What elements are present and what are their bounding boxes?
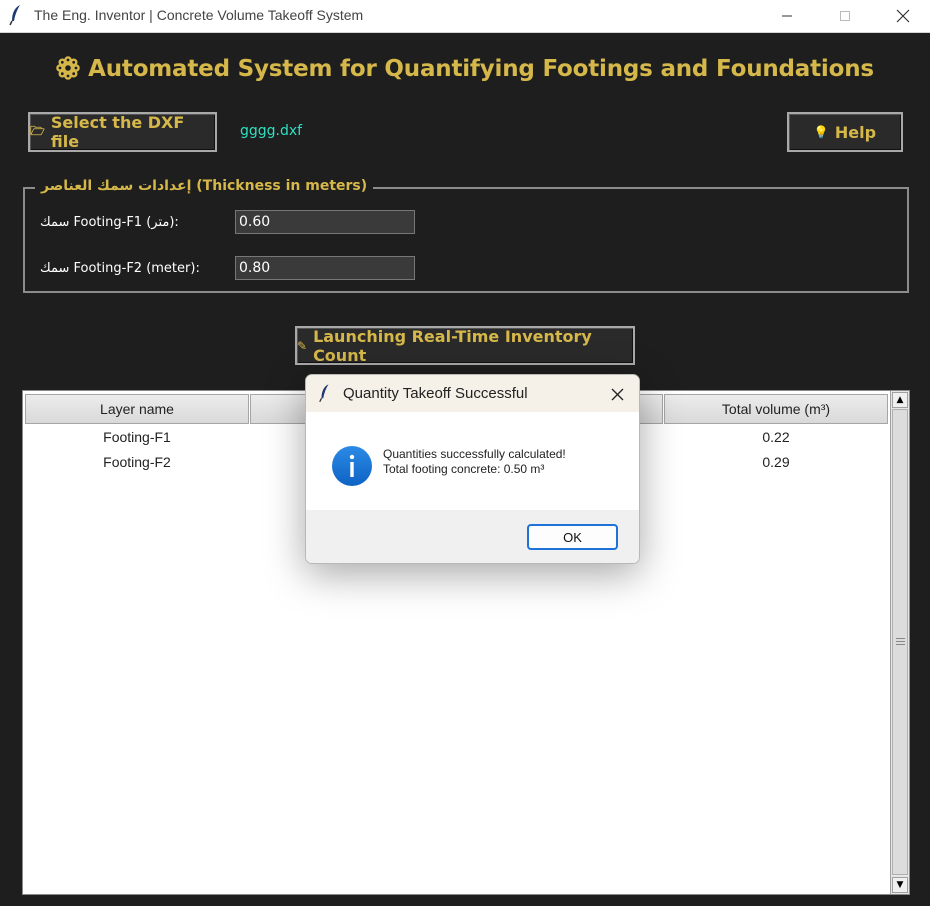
page-title-text: Automated System for Quantifying Footing… (88, 56, 874, 82)
table-cell-volume[interactable]: 0.29 (664, 454, 888, 470)
scrollbar-grip (896, 638, 905, 646)
dialog-message: Quantities successfully calculated! Tota… (383, 447, 566, 477)
close-icon (896, 9, 910, 23)
ok-button[interactable]: OK (527, 524, 618, 550)
table-cell-volume[interactable]: 0.22 (664, 429, 888, 445)
lightbulb-icon: 💡 (813, 125, 829, 139)
table-scrollbar[interactable]: ▲ ▼ (890, 391, 909, 894)
maximize-icon (840, 11, 850, 21)
info-icon (332, 446, 372, 486)
minimize-icon (782, 15, 792, 17)
dialog-close-button[interactable] (604, 381, 630, 407)
select-dxf-label: Select the DXF file (50, 113, 185, 151)
window-titlebar: The Eng. Inventor | Concrete Volume Take… (0, 0, 930, 33)
folder-icon: 🗁 (30, 123, 45, 138)
close-icon (611, 388, 623, 400)
selected-file-name: gggg.dxf (240, 123, 303, 139)
footing-f2-thickness-label: سمك Footing-F2 (meter): (40, 261, 200, 276)
dialog-message-line2: Total footing concrete: 0.50 m³ (383, 462, 545, 476)
feather-icon (9, 5, 20, 26)
thickness-settings-legend: إعدادات سمك العناصر (Thickness in meters… (35, 178, 374, 194)
scrollbar-thumb[interactable] (892, 409, 908, 875)
feather-icon (319, 384, 329, 403)
close-button[interactable] (880, 0, 926, 32)
pencil-icon: ✎ (297, 338, 308, 353)
dialog-titlebar: Quantity Takeoff Successful (306, 375, 639, 412)
scroll-up-arrow[interactable]: ▲ (892, 392, 908, 408)
column-header-layer-name[interactable]: Layer name (25, 394, 249, 424)
launch-inventory-label: Launching Real-Time Inventory Count (313, 326, 592, 365)
dialog-message-line1: Quantities successfully calculated! (383, 447, 566, 461)
launch-inventory-button[interactable]: ✎ Launching Real-Time Inventory Count (295, 326, 635, 365)
select-dxf-button[interactable]: 🗁 Select the DXF file (28, 112, 217, 152)
thickness-settings-group: إعدادات سمك العناصر (Thickness in meters… (23, 178, 909, 293)
page-title: Automated System for Quantifying Footing… (0, 56, 930, 82)
dialog-title: Quantity Takeoff Successful (343, 385, 528, 402)
footing-f2-thickness-input[interactable] (235, 256, 415, 280)
scroll-down-arrow[interactable]: ▼ (892, 877, 908, 893)
help-button[interactable]: 💡 Help (787, 112, 903, 152)
gear-icon (56, 56, 80, 80)
maximize-button[interactable] (822, 0, 868, 32)
footing-f1-thickness-label: سمك Footing-F1 (متر): (40, 215, 179, 230)
column-header-total-volume[interactable]: Total volume (m³) (664, 394, 888, 424)
table-cell-layer[interactable]: Footing-F2 (25, 454, 249, 470)
window-title: The Eng. Inventor | Concrete Volume Take… (34, 7, 364, 23)
help-label: Help (834, 122, 877, 142)
minimize-button[interactable] (764, 0, 810, 32)
success-dialog: Quantity Takeoff Successful Quantities s… (305, 374, 640, 564)
footing-f1-thickness-input[interactable] (235, 210, 415, 234)
table-cell-layer[interactable]: Footing-F1 (25, 429, 249, 445)
